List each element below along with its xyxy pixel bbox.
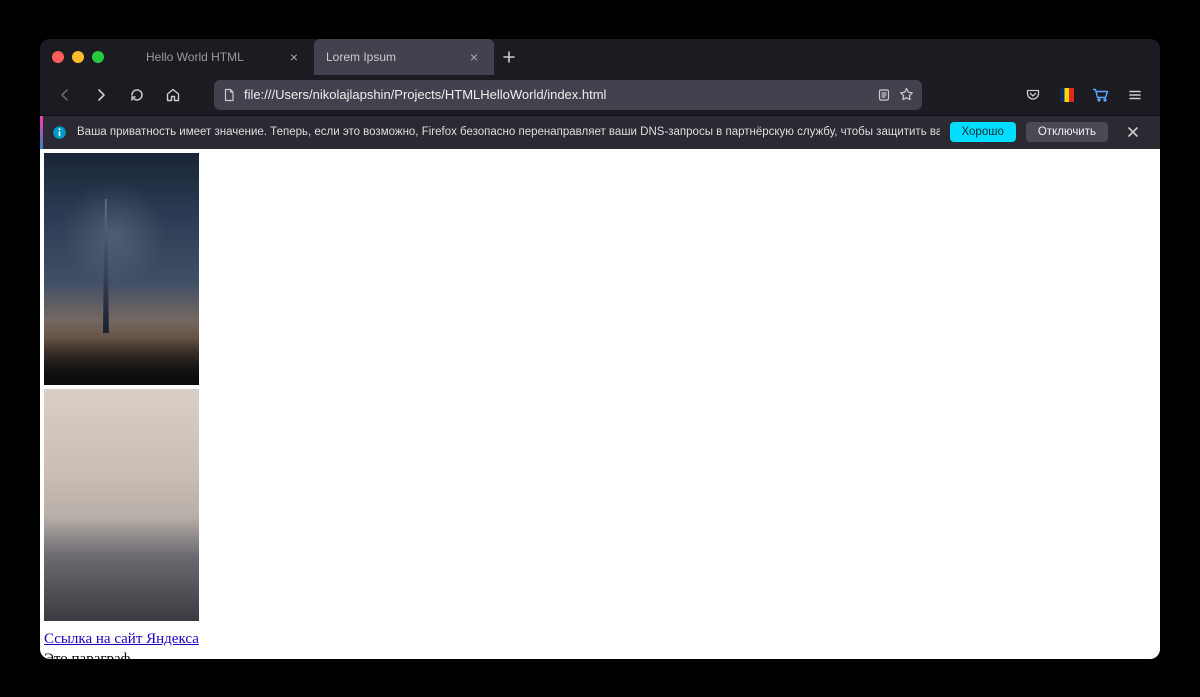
- tab-hello-world[interactable]: Hello World HTML ×: [134, 39, 314, 75]
- tab-label: Hello World HTML: [146, 50, 244, 64]
- flag-icon: [1060, 88, 1074, 102]
- tab-label: Lorem Ipsum: [326, 50, 396, 64]
- minimize-traffic-icon[interactable]: [72, 51, 84, 63]
- toolbar-right: [1018, 80, 1150, 110]
- info-icon: [52, 125, 67, 140]
- page-image-skyscraper: [44, 153, 199, 385]
- yandex-link[interactable]: Ссылка на сайт Яндекса: [44, 631, 199, 648]
- extension-cart[interactable]: [1086, 80, 1116, 110]
- app-menu-button[interactable]: [1120, 80, 1150, 110]
- bookmark-star-icon[interactable]: [899, 87, 914, 102]
- reload-icon: [129, 87, 145, 103]
- pocket-button[interactable]: [1018, 80, 1048, 110]
- url-text: file:///Users/nikolajlapshin/Projects/HT…: [244, 87, 869, 102]
- close-icon: [1126, 125, 1140, 139]
- dns-privacy-notification: Ваша приватность имеет значение. Теперь,…: [40, 115, 1160, 149]
- disable-button[interactable]: Отключить: [1026, 122, 1108, 142]
- forward-button[interactable]: [86, 80, 116, 110]
- titlebar: Hello World HTML × Lorem Ipsum ×: [40, 39, 1160, 75]
- home-button[interactable]: [158, 80, 188, 110]
- dismiss-notification[interactable]: [1118, 117, 1148, 147]
- hamburger-icon: [1127, 87, 1143, 103]
- new-tab-button[interactable]: [494, 39, 524, 75]
- back-button[interactable]: [50, 80, 80, 110]
- url-bar[interactable]: file:///Users/nikolajlapshin/Projects/HT…: [214, 80, 922, 110]
- browser-window: Hello World HTML × Lorem Ipsum ×: [40, 39, 1160, 659]
- close-icon[interactable]: ×: [286, 47, 302, 67]
- maximize-traffic-icon[interactable]: [92, 51, 104, 63]
- extension-flag[interactable]: [1052, 80, 1082, 110]
- file-icon: [222, 88, 236, 102]
- tabstrip: Hello World HTML × Lorem Ipsum ×: [134, 39, 524, 75]
- window-controls: [52, 51, 104, 63]
- page-paragraph: Это параграф: [44, 651, 130, 659]
- close-traffic-icon[interactable]: [52, 51, 64, 63]
- page-image-foggy-sea: [44, 389, 199, 621]
- notification-text: Ваша приватность имеет значение. Теперь,…: [77, 126, 940, 138]
- home-icon: [165, 87, 181, 103]
- pocket-icon: [1025, 87, 1041, 103]
- close-icon[interactable]: ×: [466, 47, 482, 67]
- tab-lorem-ipsum[interactable]: Lorem Ipsum ×: [314, 39, 494, 75]
- page-content: Ссылка на сайт Яндекса Это параграф: [40, 149, 1160, 659]
- reload-button[interactable]: [122, 80, 152, 110]
- plus-icon: [502, 50, 516, 64]
- nav-toolbar: file:///Users/nikolajlapshin/Projects/HT…: [40, 75, 1160, 115]
- arrow-left-icon: [57, 87, 73, 103]
- arrow-right-icon: [93, 87, 109, 103]
- reader-mode-icon[interactable]: [877, 88, 891, 102]
- accept-button[interactable]: Хорошо: [950, 122, 1016, 142]
- cart-icon: [1092, 87, 1110, 103]
